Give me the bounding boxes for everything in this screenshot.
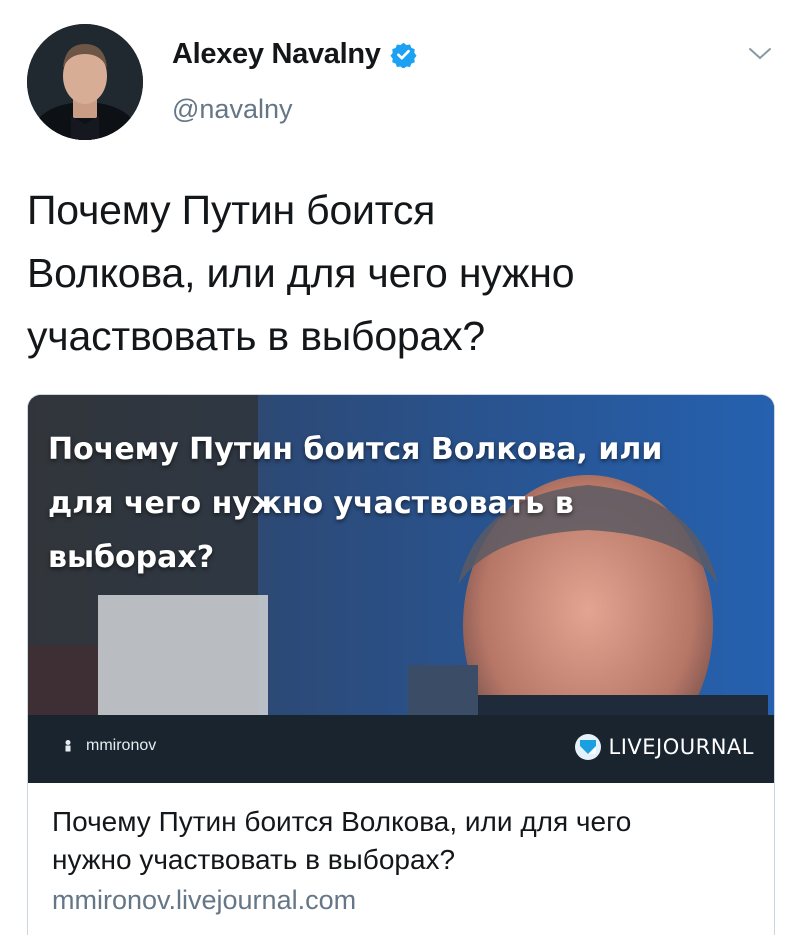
verified-badge-icon — [390, 41, 417, 69]
tweet-text-line: Волкова, или для чего нужно — [27, 250, 575, 296]
card-title-line: нужно участвовать в выборах? — [52, 844, 456, 875]
card-title-line: Почему Путин боится Волкова, или для чег… — [52, 806, 632, 837]
livejournal-brand: LIVEJOURNAL — [573, 732, 755, 762]
card-domain[interactable]: mmironov.livejournal.com — [52, 885, 750, 916]
brand-name: LIVEJOURNAL — [608, 735, 754, 759]
card-body[interactable]: Почему Путин боится Волкова, или для чег… — [28, 783, 774, 916]
livejournal-logo-icon — [573, 732, 603, 762]
card-author: mmironov — [64, 737, 156, 755]
author-display-name[interactable]: Alexey Navalny — [172, 38, 381, 71]
card-author-username: mmironov — [86, 737, 157, 754]
author-name-row: Alexey Navalny — [172, 38, 417, 71]
author-avatar[interactable] — [27, 24, 143, 140]
overlay-title-line: Почему Путин боится Волкова, или — [48, 432, 663, 467]
tweet-text-line: участвовать в выборах? — [27, 313, 486, 359]
user-icon — [64, 739, 72, 753]
card-source-strip: mmironov LIVEJOURNAL — [28, 715, 774, 783]
tweet-text-line: Почему Путин боится — [27, 187, 436, 233]
chevron-down-icon[interactable] — [748, 46, 772, 62]
link-preview-card[interactable]: Почему Путин боится Волкова, или для чег… — [27, 394, 775, 935]
card-overlay-title: Почему Путин боится Волкова, или для чег… — [48, 423, 758, 585]
overlay-title-line: для чего нужно участвовать в — [48, 486, 574, 521]
card-title[interactable]: Почему Путин боится Волкова, или для чег… — [52, 803, 750, 879]
author-handle[interactable]: @navalny — [172, 94, 292, 125]
card-image[interactable]: Почему Путин боится Волкова, или для чег… — [28, 395, 774, 715]
overlay-title-line: выборах? — [48, 540, 215, 575]
tweet-text: Почему Путин боится Волкова, или для чег… — [27, 179, 757, 368]
